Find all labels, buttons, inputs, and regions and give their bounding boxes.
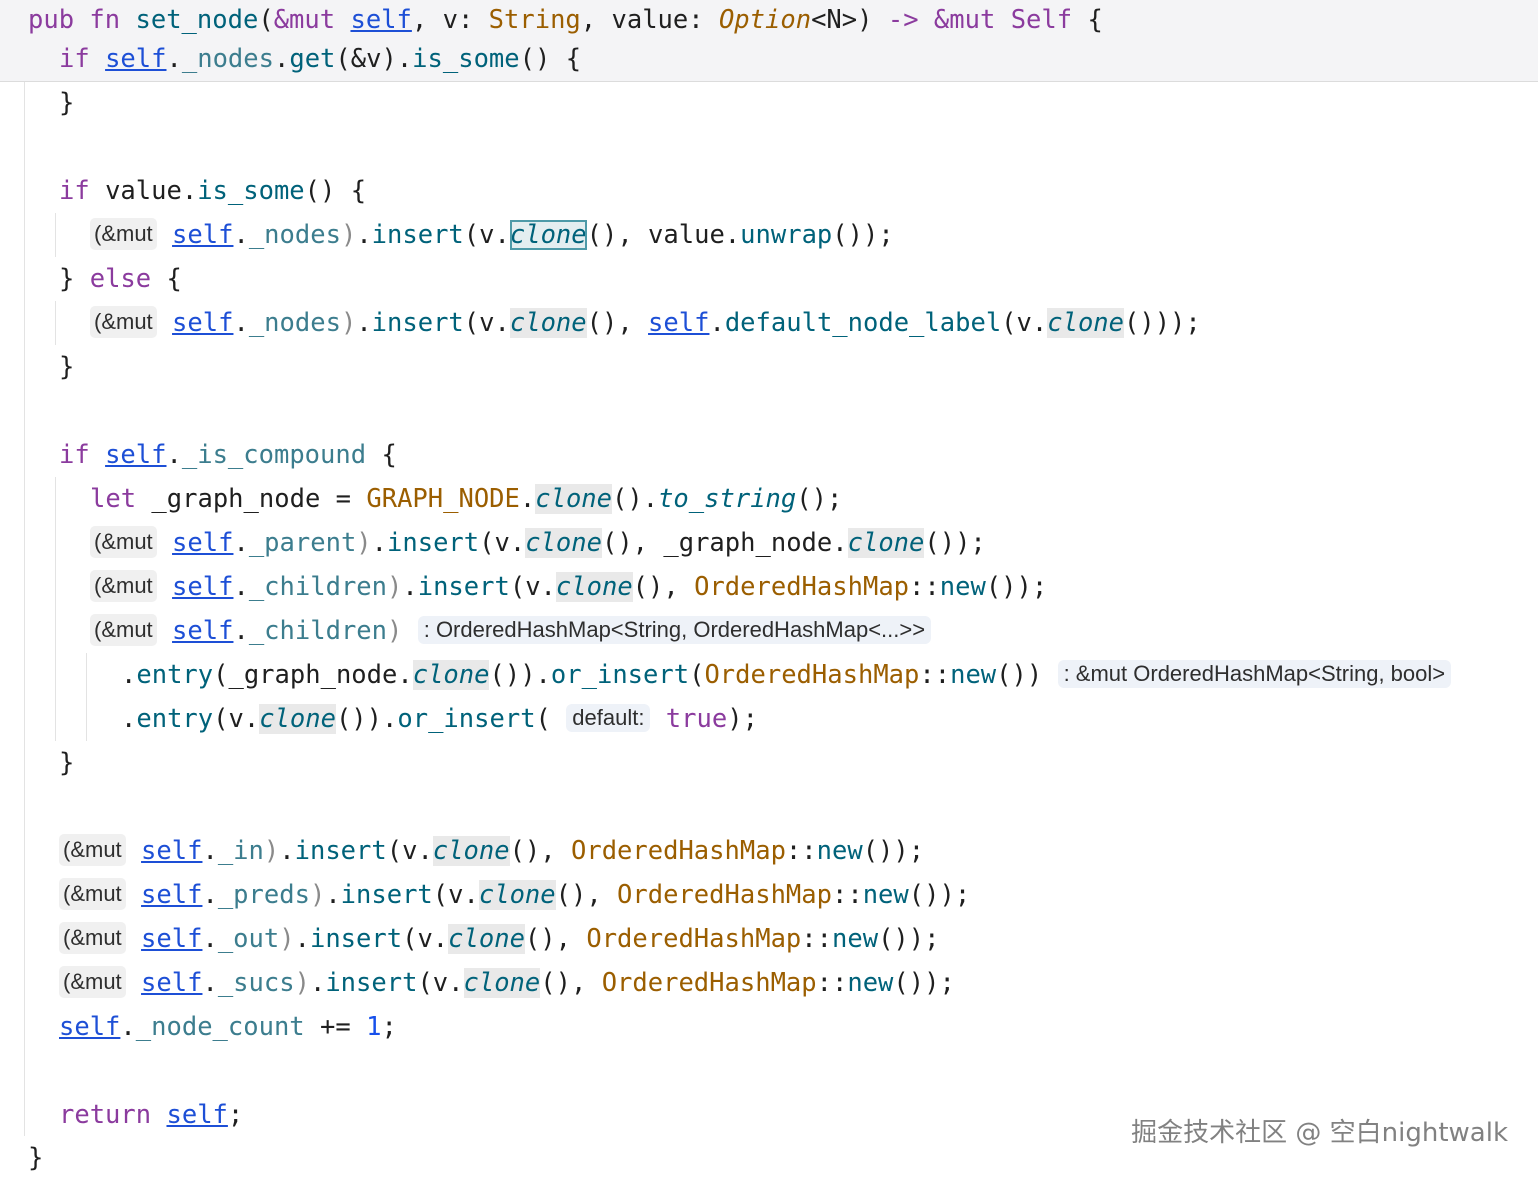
code-line[interactable]: (&mut self._preds).insert(v.clone(), Ord…	[59, 873, 970, 917]
indent-guide	[55, 213, 56, 257]
code-line-signature[interactable]: pub fn set_node(&mut self, v: String, va…	[28, 0, 1103, 42]
code-line[interactable]: } else {	[59, 257, 182, 301]
code-line[interactable]: .entry(_graph_node.clone()).or_insert(Or…	[121, 653, 1452, 697]
code-line[interactable]: (&mut self._children).insert(v.clone(), …	[90, 565, 1047, 609]
code-line[interactable]: (&mut self._nodes).insert(v.clone(), sel…	[90, 301, 1201, 345]
code-line[interactable]: return self;	[59, 1093, 243, 1137]
inlay-mut-hint: (&mut	[59, 834, 126, 866]
code-line[interactable]: (&mut self._nodes).insert(v.clone(), val…	[90, 213, 894, 257]
inlay-mut-hint: (&mut	[59, 966, 126, 998]
inlay-type-hint: : &mut OrderedHashMap<String, bool>	[1057, 660, 1452, 688]
indent-guide	[55, 301, 56, 345]
watermark: 掘金技术社区 @ 空白nightwalk	[1131, 1118, 1508, 1148]
code-line[interactable]: (&mut self._out).insert(v.clone(), Order…	[59, 917, 939, 961]
code-line[interactable]: (&mut self._in).insert(v.clone(), Ordere…	[59, 829, 924, 873]
code-line[interactable]: }	[59, 81, 74, 125]
code-line[interactable]: self._node_count += 1;	[59, 1005, 397, 1049]
inlay-param-hint: default:	[566, 704, 651, 732]
code-editor[interactable]: pub fn set_node(&mut self, v: String, va…	[0, 0, 1538, 1178]
code-line-if-get[interactable]: if self._nodes.get(&v).is_some() {	[59, 37, 581, 81]
code-line[interactable]: .entry(v.clone()).or_insert( default: tr…	[121, 697, 758, 741]
indent-guide	[86, 653, 87, 741]
inlay-mut-hint: (&mut	[90, 306, 157, 338]
inlay-mut-hint: (&mut	[90, 526, 157, 558]
code-line[interactable]: }	[59, 345, 74, 389]
code-line[interactable]: }	[28, 1136, 43, 1180]
indent-guide	[24, 81, 25, 1136]
inlay-mut-hint: (&mut	[90, 218, 157, 250]
code-line[interactable]: (&mut self._parent).insert(v.clone(), _g…	[90, 521, 986, 565]
indent-guide	[55, 477, 56, 741]
inlay-mut-hint: (&mut	[59, 922, 126, 954]
inlay-mut-hint: (&mut	[59, 878, 126, 910]
code-line[interactable]: if self._is_compound {	[59, 433, 397, 477]
code-line[interactable]: (&mut self._children) : OrderedHashMap<S…	[90, 609, 932, 653]
code-line[interactable]: }	[59, 741, 74, 785]
sticky-scroll-header[interactable]: pub fn set_node(&mut self, v: String, va…	[0, 0, 1538, 82]
inlay-mut-hint: (&mut	[90, 614, 157, 646]
code-line[interactable]: (&mut self._sucs).insert(v.clone(), Orde…	[59, 961, 955, 1005]
inlay-mut-hint: (&mut	[90, 570, 157, 602]
inlay-type-hint: : OrderedHashMap<String, OrderedHashMap<…	[417, 616, 932, 644]
code-line[interactable]: let _graph_node = GRAPH_NODE.clone().to_…	[90, 477, 842, 521]
code-line[interactable]: if value.is_some() {	[59, 169, 366, 213]
